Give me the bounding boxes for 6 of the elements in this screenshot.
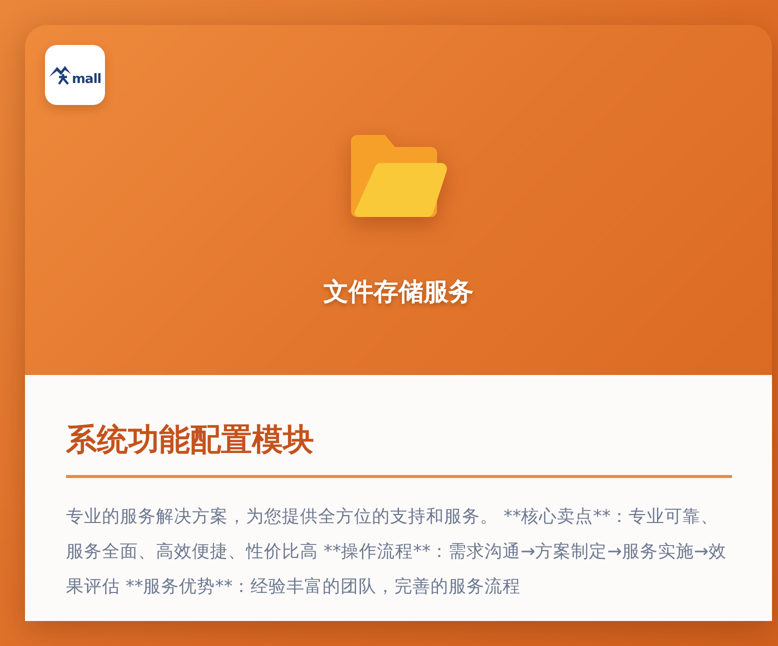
- house-roof-icon: [48, 65, 71, 85]
- section-description: 专业的服务解决方案，为您提供全方位的支持和服务。 **核心卖点**：专业可靠、服务全面、高效便捷、性价比高 **操作流程**：需求沟通→方案制定→服务实施→效果评估 **服务优势**：经验丰富的团队，完善的服务流程: [66, 506, 728, 599]
- folder-icon: [350, 135, 446, 217]
- section-heading: 系统功能配置模块: [66, 419, 732, 478]
- service-title: 文件存储服务: [324, 276, 474, 308]
- logo-text: mall: [72, 72, 102, 86]
